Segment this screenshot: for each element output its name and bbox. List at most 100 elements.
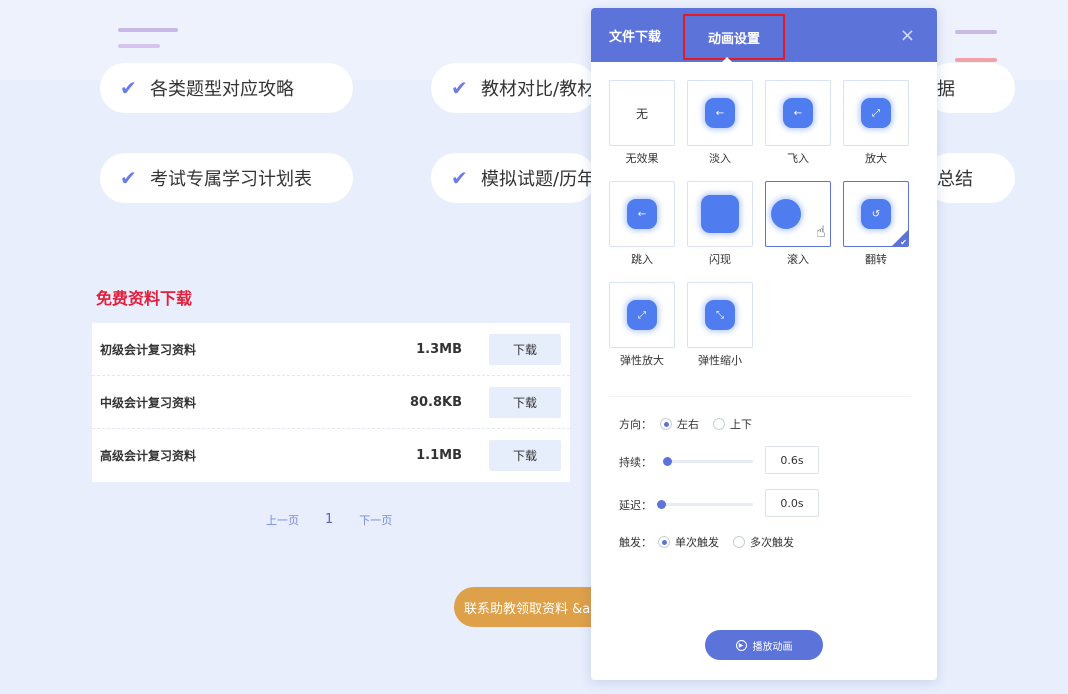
trigger-option-once[interactable]: 单次触发 (658, 534, 719, 550)
slider-handle[interactable] (663, 457, 672, 466)
expand-icon: ⤢ (861, 98, 891, 128)
direction-label: 方向： (619, 418, 652, 431)
effect-thumb: ← (687, 80, 753, 146)
effect-thumb: ↺ ✔ (843, 181, 909, 247)
feature-label: 各类题型对应攻略 (150, 79, 294, 100)
feature-label: 据 (937, 79, 955, 100)
effect-thumb: 无 (609, 80, 675, 146)
effect-flip[interactable]: ↺ ✔ 翻转 (843, 181, 909, 267)
effect-label: 翻转 (865, 253, 887, 266)
effect-thumb: ⤡ (687, 282, 753, 348)
deco-bar (955, 30, 997, 34)
arrow-left-icon: ← (705, 98, 735, 128)
flash-icon (701, 195, 739, 233)
radio-selected (658, 536, 670, 548)
check-icon: ✔ (451, 166, 468, 190)
option-label: 上下 (730, 418, 752, 431)
feature-label: 总结 (937, 169, 973, 190)
animation-panel: 文件下载 动画设置 × 无 无效果 ← 淡入 ← 飞入 ⤢ 放大 ← 跳入 闪现… (591, 8, 937, 680)
check-icon: ✔ (120, 166, 137, 190)
effect-roll-in[interactable]: ☝ 滚入 (765, 181, 831, 267)
table-row: 初级会计复习资料 1.3MB 下载 (92, 323, 570, 376)
radio-selected (660, 418, 672, 430)
download-button[interactable]: 下载 (489, 440, 561, 471)
delay-row: 延迟： (619, 497, 652, 513)
delay-slider[interactable] (657, 500, 753, 509)
effect-fly-in[interactable]: ← 飞入 (765, 80, 831, 166)
effect-elastic-zoom-out[interactable]: ⤡ 弹性缩小 (687, 282, 753, 368)
feature-label: 模拟试题/历年 (481, 169, 596, 190)
file-size: 1.1MB (416, 448, 462, 463)
effect-none[interactable]: 无 无效果 (609, 80, 675, 166)
file-name: 高级会计复习资料 (100, 449, 197, 463)
current-page[interactable]: 1 (325, 512, 333, 528)
file-name: 中级会计复习资料 (100, 395, 197, 410)
duration-slider[interactable] (663, 457, 753, 466)
effect-fade-in[interactable]: ← 淡入 (687, 80, 753, 166)
trigger-option-multiple[interactable]: 多次触发 (733, 534, 794, 550)
feature-pill: ✔ 各类题型对应攻略 (100, 63, 353, 113)
file-name: 初级会计复习资料 (100, 342, 197, 357)
effect-label: 淡入 (709, 152, 731, 165)
effect-flash[interactable]: 闪现 (687, 181, 753, 267)
effect-thumb (687, 181, 753, 247)
effect-label: 放大 (865, 152, 887, 165)
effect-label: 弹性放大 (620, 354, 664, 367)
effect-label: 飞入 (787, 152, 809, 165)
next-page-link[interactable]: 下一页 (359, 512, 392, 528)
delay-label: 延迟： (619, 499, 652, 512)
effect-none-text: 无 (635, 106, 648, 121)
feature-pill: ✔ 教材对比/教材 (431, 63, 596, 113)
pagination: 上一页 1 下一页 (266, 512, 392, 528)
file-size: 1.3MB (416, 341, 462, 357)
feature-pill: 总结 (925, 153, 1015, 203)
expand-icon: ⤢ (627, 300, 657, 330)
divider (609, 396, 911, 397)
download-button[interactable]: 下载 (489, 386, 561, 418)
duration-row: 持续： (619, 454, 652, 470)
section-title: 免费资料下载 (96, 289, 193, 308)
direction-option-vertical[interactable]: 上下 (713, 416, 752, 432)
arrow-left-icon: ← (627, 199, 657, 229)
tab-file-download[interactable]: 文件下载 (609, 8, 661, 62)
duration-value[interactable]: 0.6s (765, 446, 819, 474)
tab-animation-settings[interactable]: 动画设置 (683, 14, 785, 60)
option-label: 左右 (677, 418, 699, 431)
delay-value[interactable]: 0.0s (765, 489, 819, 517)
play-icon: ▶ (735, 639, 747, 651)
close-icon[interactable]: × (900, 25, 915, 46)
deco-bar (118, 28, 178, 32)
effect-elastic-zoom-in[interactable]: ⤢ 弹性放大 (609, 282, 675, 368)
effect-thumb: ☝ (765, 181, 831, 247)
roll-icon (771, 199, 801, 229)
deco-bar (118, 44, 160, 48)
radio-unselected (713, 418, 725, 430)
deco-bar (955, 58, 997, 62)
contact-assistant-button[interactable]: 联系助教领取资料 &a (454, 587, 604, 627)
effect-zoom-in[interactable]: ⤢ 放大 (843, 80, 909, 166)
rotate-icon: ↺ (861, 199, 891, 229)
effect-label: 滚入 (787, 253, 809, 266)
slider-handle[interactable] (657, 500, 666, 509)
effect-thumb: ← (609, 181, 675, 247)
effect-bounce-in[interactable]: ← 跳入 (609, 181, 675, 267)
option-label: 多次触发 (750, 536, 794, 549)
direction-option-horizontal[interactable]: 左右 (660, 416, 699, 432)
download-button[interactable]: 下载 (489, 333, 561, 365)
panel-header: 文件下载 动画设置 × (591, 8, 937, 62)
feature-label: 教材对比/教材 (481, 79, 596, 100)
feature-pill: ✔ 考试专属学习计划表 (100, 153, 353, 203)
direction-row: 方向： 左右 上下 (619, 416, 766, 432)
duration-label: 持续： (619, 456, 652, 469)
effect-thumb: ← (765, 80, 831, 146)
table-row: 中级会计复习资料 80.8KB 下载 (92, 376, 570, 429)
active-tab-caret (722, 57, 732, 62)
effect-thumb: ⤢ (843, 80, 909, 146)
play-animation-button[interactable]: ▶ 播放动画 (705, 630, 823, 660)
prev-page-link[interactable]: 上一页 (266, 512, 299, 528)
effect-label: 跳入 (631, 253, 653, 266)
feature-pill: ✔ 模拟试题/历年 (431, 153, 596, 203)
effect-thumb: ⤢ (609, 282, 675, 348)
trigger-label: 触发： (619, 536, 652, 549)
effect-label: 无效果 (625, 152, 659, 165)
